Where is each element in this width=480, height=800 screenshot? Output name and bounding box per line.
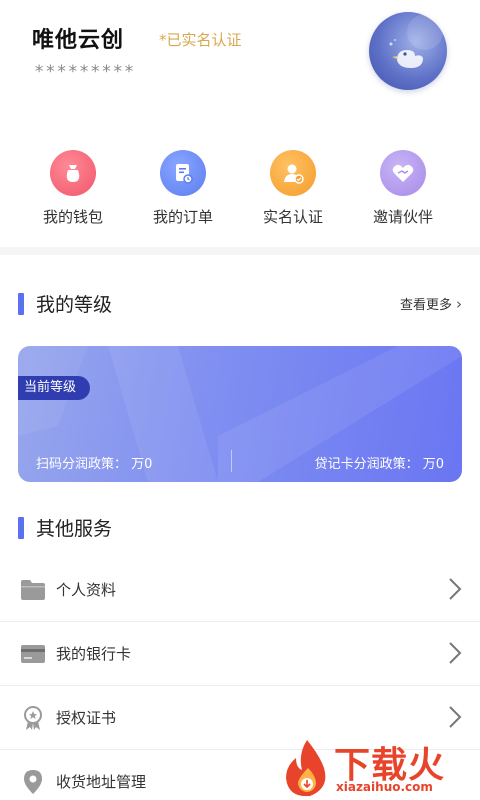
quick-label: 实名认证	[262, 208, 323, 226]
chevron-right-icon: ›	[456, 294, 462, 313]
service-row-profile[interactable]: 个人资料	[0, 558, 480, 622]
quick-item-orders[interactable]: 我的订单	[128, 140, 238, 240]
services-section-header: 其他服务	[18, 514, 112, 541]
service-row-bank-card[interactable]: 我的银行卡	[0, 622, 480, 686]
service-label: 我的银行卡	[56, 645, 132, 663]
service-label: 个人资料	[56, 581, 117, 599]
folder-icon	[20, 577, 46, 603]
level-card[interactable]: 当前等级 扫码分润政策： 万0 贷记卡分润政策： 万0	[18, 346, 462, 482]
watermark: 下载火 xiazaihuo.com	[280, 736, 480, 800]
verified-user-icon	[270, 150, 316, 196]
profile-header: 唯他云创 *已实名认证 *********	[0, 0, 480, 120]
chevron-right-icon	[449, 706, 462, 728]
avatar[interactable]	[369, 12, 447, 90]
masked-account: *********	[34, 62, 136, 82]
order-document-icon	[160, 150, 206, 196]
quick-label: 我的订单	[152, 208, 213, 226]
card-policy: 贷记卡分润政策： 万0	[314, 457, 444, 472]
quick-label: 邀请伙伴	[372, 208, 433, 226]
level-section-header: 我的等级	[18, 290, 112, 317]
heart-handshake-icon	[380, 150, 426, 196]
current-level-badge: 当前等级	[18, 376, 91, 400]
quick-item-verify[interactable]: 实名认证	[238, 140, 348, 240]
section-accent-bar	[18, 516, 24, 539]
section-title: 其他服务	[36, 518, 113, 540]
location-pin-icon	[20, 769, 46, 795]
chevron-right-icon	[449, 642, 462, 664]
bank-card-icon	[20, 641, 46, 667]
section-title: 我的等级	[36, 294, 113, 316]
watermark-domain: xiazaihuo.com	[336, 780, 433, 794]
chevron-right-icon	[449, 578, 462, 600]
wallet-bag-icon	[50, 150, 96, 196]
stat-separator	[231, 450, 232, 472]
view-more-label: 查看更多	[399, 298, 452, 313]
flame-logo-icon	[286, 740, 326, 797]
section-accent-bar	[18, 292, 24, 315]
quick-label: 我的钱包	[42, 208, 103, 226]
section-divider	[0, 247, 480, 255]
service-label: 授权证书	[56, 709, 117, 727]
quick-item-invite[interactable]: 邀请伙伴	[348, 140, 458, 240]
view-more-link[interactable]: 查看更多 ›	[399, 294, 462, 314]
scan-policy: 扫码分润政策： 万0	[36, 457, 153, 472]
verified-status: *已实名认证	[159, 31, 242, 49]
certificate-badge-icon	[20, 705, 46, 731]
user-name: 唯他云创	[32, 28, 125, 53]
service-label: 收货地址管理	[56, 773, 147, 791]
quick-item-wallet[interactable]: 我的钱包	[18, 140, 128, 240]
quick-menu: 我的钱包 我的订单 实名认证 邀请伙伴	[0, 140, 480, 240]
duck-avatar-icon	[389, 14, 443, 68]
